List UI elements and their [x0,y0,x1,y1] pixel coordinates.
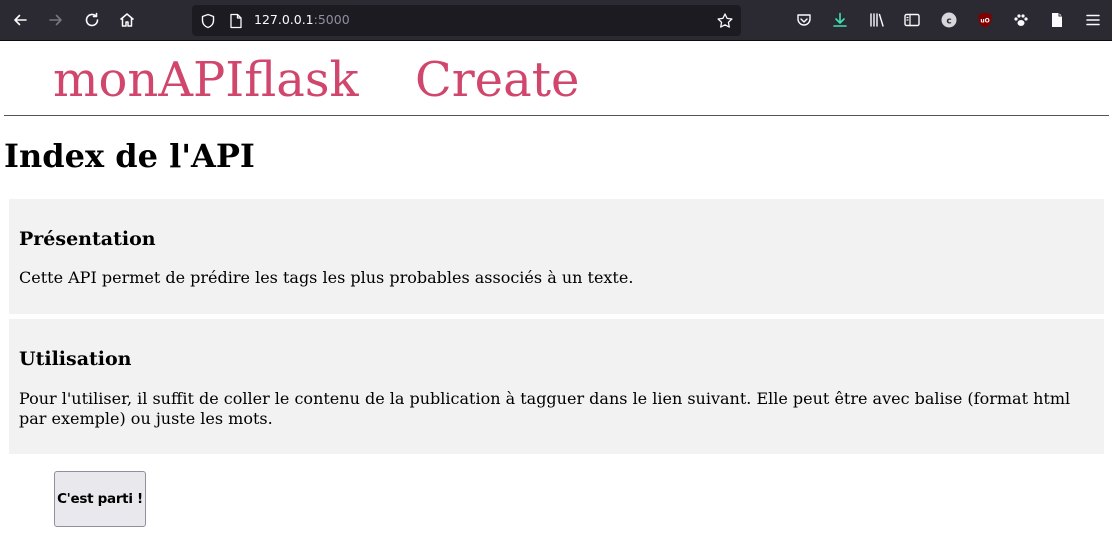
start-button[interactable]: C'est parti ! [54,471,146,527]
usage-section: Utilisation Pour l'utiliser, il suffit d… [9,319,1104,454]
paw-extension-icon[interactable] [1009,8,1033,32]
forward-arrow-icon[interactable] [44,8,68,32]
page-title: Index de l'API [4,137,255,175]
account-c-icon[interactable]: c [937,8,961,32]
url-bar[interactable]: 127.0.0.1:5000 [192,5,741,36]
brand-link[interactable]: monAPIflask [53,52,359,108]
ublock-origin-icon[interactable]: uO [973,8,997,32]
browser-toolbar: 127.0.0.1:5000 c uO [0,0,1112,41]
url-host: 127.0.0.1 [254,12,314,27]
library-icon[interactable] [865,8,889,32]
home-icon[interactable] [115,8,139,32]
sidebar-icon[interactable] [900,8,924,32]
reload-icon[interactable] [80,8,104,32]
presentation-text: Cette API permet de prédire les tags les… [19,268,634,287]
document-icon[interactable] [1045,8,1069,32]
usage-text: Pour l'utiliser, il suffit de coller le … [19,389,1071,428]
hamburger-menu-icon[interactable] [1081,8,1105,32]
create-link[interactable]: Create [415,52,579,108]
page-info-icon[interactable] [224,9,248,33]
presentation-section: Présentation Cette API permet de prédire… [9,199,1104,314]
usage-heading: Utilisation [19,348,132,370]
svg-text:uO: uO [980,18,989,25]
pocket-icon[interactable] [792,8,816,32]
downloads-icon[interactable] [828,8,852,32]
back-arrow-icon[interactable] [8,8,32,32]
top-navigation: monAPIflask Create [4,42,1109,116]
bookmark-star-icon[interactable] [713,9,737,33]
tracking-protection-shield-icon[interactable] [196,9,220,33]
svg-text:c: c [946,17,951,27]
url-port: :5000 [313,12,350,27]
url-text: 127.0.0.1:5000 [254,12,350,27]
presentation-heading: Présentation [19,228,156,250]
